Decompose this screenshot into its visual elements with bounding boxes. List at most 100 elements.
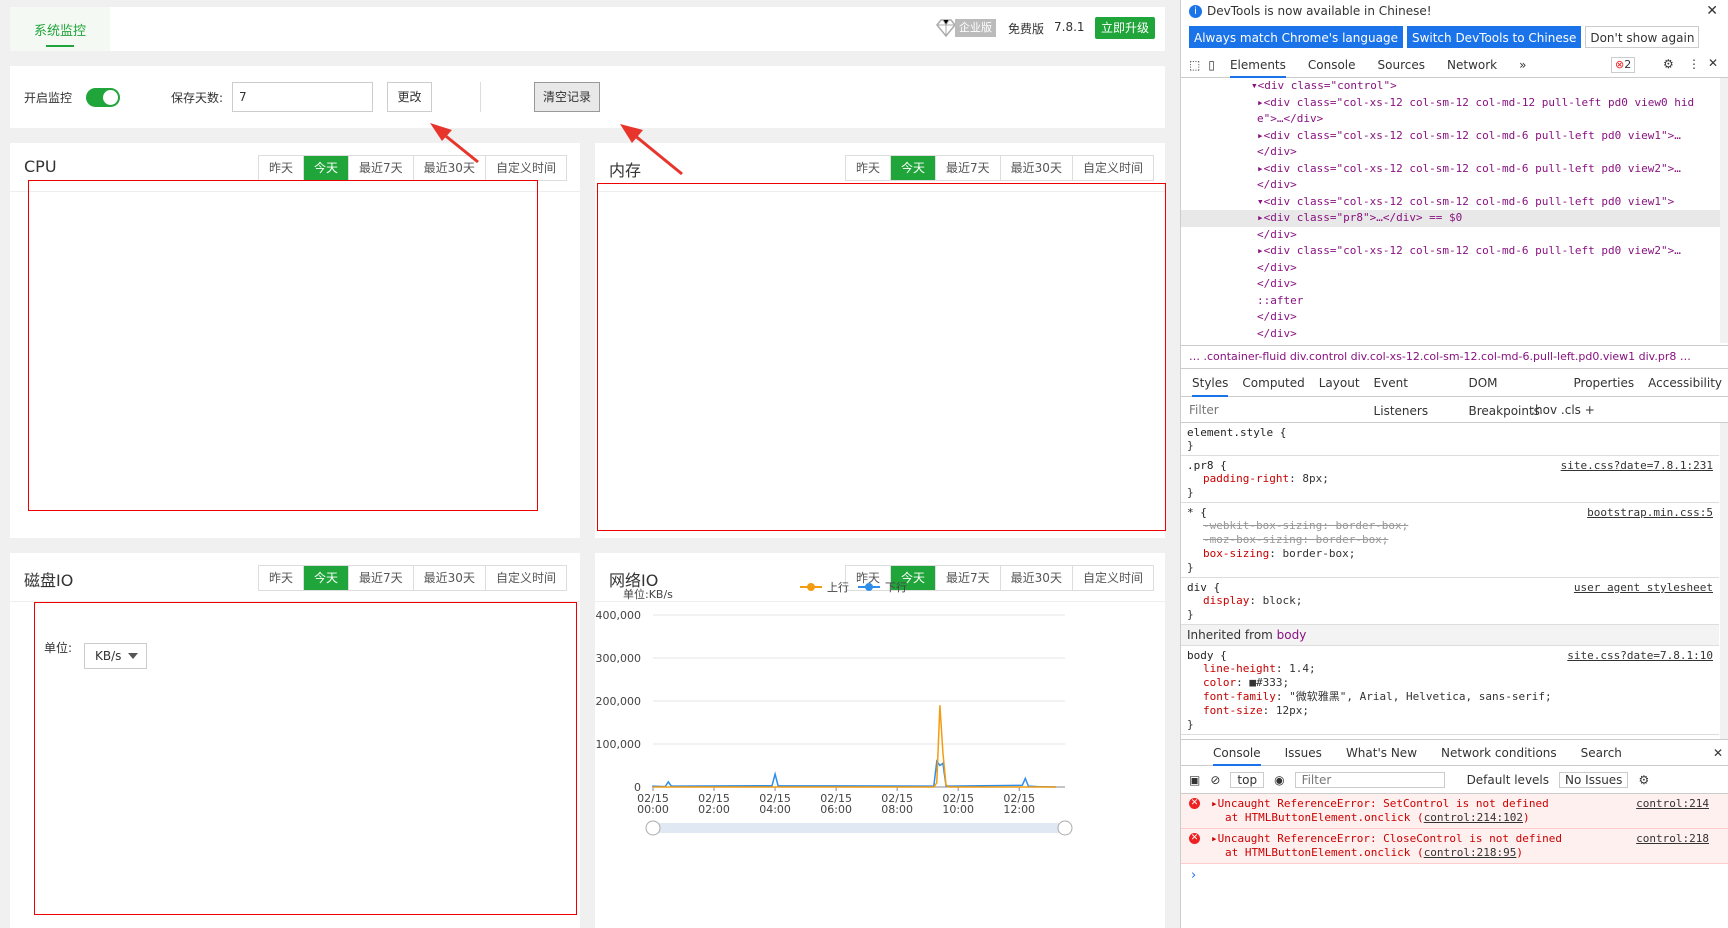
styles-subtab[interactable]: Accessibility: [1648, 369, 1722, 397]
source-link[interactable]: control:218: [1636, 832, 1709, 846]
console-filter[interactable]: Filter: [1294, 771, 1445, 788]
dom-node-line[interactable]: </div>: [1181, 177, 1728, 194]
styles-subtab[interactable]: Event Listeners: [1374, 369, 1455, 418]
styles-subtab[interactable]: Properties: [1574, 369, 1635, 397]
tab-elements[interactable]: Elements: [1229, 52, 1286, 78]
css-property[interactable]: line-height: 1.4;: [1187, 662, 1713, 676]
dom-node-line[interactable]: ▸<div class="col-xs-12 col-sm-12 col-md-…: [1181, 243, 1728, 260]
css-property[interactable]: -moz-box-sizing: border-box;: [1187, 533, 1713, 547]
range-option[interactable]: 自定义时间: [484, 156, 566, 180]
styles-subtab[interactable]: Styles: [1192, 369, 1229, 397]
range-option[interactable]: 今天: [303, 566, 349, 590]
range-option[interactable]: 最近7天: [348, 566, 413, 590]
console-tab[interactable]: Network conditions: [1441, 740, 1557, 766]
styles-subtab[interactable]: Computed: [1242, 369, 1304, 397]
scrollbar[interactable]: [1720, 78, 1728, 343]
css-property[interactable]: color: ■#333;: [1187, 676, 1713, 690]
kebab-icon[interactable]: ⋮: [1688, 57, 1700, 71]
clear-records-button[interactable]: 清空记录: [534, 82, 600, 112]
dom-node-line[interactable]: </div>: [1181, 144, 1728, 161]
inspect-icon[interactable]: ⬚: [1189, 58, 1200, 72]
filter-tools[interactable]: :hov .cls +: [1531, 397, 1595, 423]
tab-console[interactable]: Console: [1308, 52, 1356, 78]
rule-source-link[interactable]: bootstrap.min.css:5: [1587, 506, 1713, 519]
dom-node-line[interactable]: ▾<div class="col-xs-12 col-sm-12 col-md-…: [1181, 194, 1728, 211]
dom-node-line[interactable]: ▸<div class="col-xs-12 col-sm-12 col-md-…: [1181, 161, 1728, 178]
css-property[interactable]: font-size: 12px;: [1187, 704, 1713, 718]
styles-subtab[interactable]: Layout: [1319, 369, 1360, 397]
css-property[interactable]: -webkit-box-sizing: border-box;: [1187, 519, 1713, 533]
inherited-node[interactable]: body: [1277, 628, 1307, 642]
console-error[interactable]: ✕ control:214 ▸Uncaught ReferenceError: Se…: [1181, 794, 1728, 829]
range-option[interactable]: 昨天: [259, 156, 304, 180]
context-select[interactable]: top: [1230, 771, 1265, 788]
dom-node-line[interactable]: ▸<div class="pr8">…</div> == $0: [1181, 210, 1728, 227]
scrollbar[interactable]: [1720, 423, 1728, 739]
css-rule[interactable]: bootstrap.min.css:5 * {-webkit-box-sizing…: [1181, 503, 1719, 578]
clear-console-icon[interactable]: ⊘: [1210, 773, 1220, 787]
range-option[interactable]: 最近30天: [412, 566, 485, 590]
range-option[interactable]: 昨天: [259, 566, 304, 590]
console-tab[interactable]: Issues: [1285, 740, 1322, 766]
console-tab[interactable]: Console: [1213, 740, 1261, 766]
console-tab[interactable]: Search: [1581, 740, 1622, 766]
dom-node-line[interactable]: </div>: [1181, 227, 1728, 244]
styles-filter[interactable]: Filter :hov .cls +: [1181, 397, 1728, 423]
match-language-button[interactable]: Always match Chrome's language: [1189, 26, 1403, 48]
range-option[interactable]: 最近30天: [999, 156, 1072, 180]
css-property[interactable]: box-sizing: border-box;: [1187, 547, 1713, 561]
range-option[interactable]: 今天: [303, 156, 349, 180]
dom-node-line[interactable]: ▾<div class="control">: [1181, 78, 1728, 95]
css-property[interactable]: padding-right: 8px;: [1187, 472, 1713, 486]
keep-days-input[interactable]: 7: [232, 82, 373, 112]
css-rule[interactable]: site.css?date=7.8.1:10 body {line-height:…: [1181, 646, 1719, 735]
dom-node-line[interactable]: </div>: [1181, 276, 1728, 293]
tab-network[interactable]: Network: [1447, 52, 1497, 78]
css-property[interactable]: display: block;: [1187, 594, 1713, 608]
dom-node-line[interactable]: </div>: [1181, 260, 1728, 277]
range-option[interactable]: 最近7天: [935, 156, 1000, 180]
more-tabs[interactable]: »: [1519, 52, 1526, 78]
styles-subtab[interactable]: DOM Breakpoints: [1468, 369, 1559, 418]
dom-node-line[interactable]: ::after: [1181, 293, 1728, 310]
dom-node-line[interactable]: </div>: [1181, 309, 1728, 326]
close-icon[interactable]: ✕: [1706, 3, 1718, 19]
tab-system-monitor[interactable]: 系统监控: [10, 7, 110, 51]
range-option[interactable]: 自定义时间: [484, 566, 566, 590]
device-icon[interactable]: ▯: [1208, 58, 1215, 72]
range-option[interactable]: 最近7天: [348, 156, 413, 180]
dom-node-line[interactable]: e">…</div>: [1181, 111, 1728, 128]
range-option[interactable]: 自定义时间: [1071, 156, 1153, 180]
sidebar-icon[interactable]: ▣: [1189, 773, 1200, 787]
css-property[interactable]: font-family: "微软雅黑", Arial, Helvetica, s…: [1187, 690, 1713, 704]
breadcrumb[interactable]: … .container-fluid div.control div.col-x…: [1181, 345, 1728, 369]
gear-icon[interactable]: ⚙: [1663, 57, 1674, 71]
close-icon[interactable]: ✕: [1708, 56, 1718, 70]
css-rule[interactable]: site.css?date=7.8.1:231 .pr8 {padding-rig…: [1181, 456, 1719, 503]
dom-node-line[interactable]: ▸<div class="col-xs-12 col-sm-12 col-md-…: [1181, 95, 1728, 112]
enterprise-badge[interactable]: 企业版: [935, 18, 996, 38]
console-tab[interactable]: What's New: [1346, 740, 1417, 766]
enable-monitor-toggle[interactable]: [86, 88, 120, 107]
dom-node-line[interactable]: </div>: [1181, 326, 1728, 343]
issues-button[interactable]: No Issues: [1559, 771, 1629, 788]
range-option[interactable]: 昨天: [846, 156, 891, 180]
gear-icon[interactable]: ⚙: [1638, 773, 1649, 787]
css-rule[interactable]: user agent stylesheet div {display: block…: [1181, 578, 1719, 625]
console-error[interactable]: ✕ control:218 ▸Uncaught ReferenceError: Cl…: [1181, 829, 1728, 864]
rule-source-link[interactable]: site.css?date=7.8.1:10: [1567, 649, 1713, 662]
range-option[interactable]: 今天: [890, 156, 936, 180]
levels-select[interactable]: Default levels: [1467, 773, 1549, 787]
dom-node-line[interactable]: ▸<div class="col-xs-12 col-sm-12 col-md-…: [1181, 128, 1728, 145]
css-rule[interactable]: element.style {}: [1181, 423, 1719, 456]
source-link[interactable]: control:214: [1636, 797, 1709, 811]
tab-sources[interactable]: Sources: [1378, 52, 1425, 78]
dont-show-button[interactable]: Don't show again: [1585, 26, 1700, 48]
change-button[interactable]: 更改: [387, 82, 432, 112]
rule-source-link[interactable]: user agent stylesheet: [1574, 581, 1713, 594]
range-option[interactable]: 最近30天: [412, 156, 485, 180]
rule-source-link[interactable]: site.css?date=7.8.1:231: [1561, 459, 1713, 472]
console-prompt[interactable]: ›: [1181, 864, 1728, 887]
eye-icon[interactable]: ◉: [1274, 773, 1284, 787]
switch-chinese-button[interactable]: Switch DevTools to Chinese: [1406, 26, 1582, 48]
